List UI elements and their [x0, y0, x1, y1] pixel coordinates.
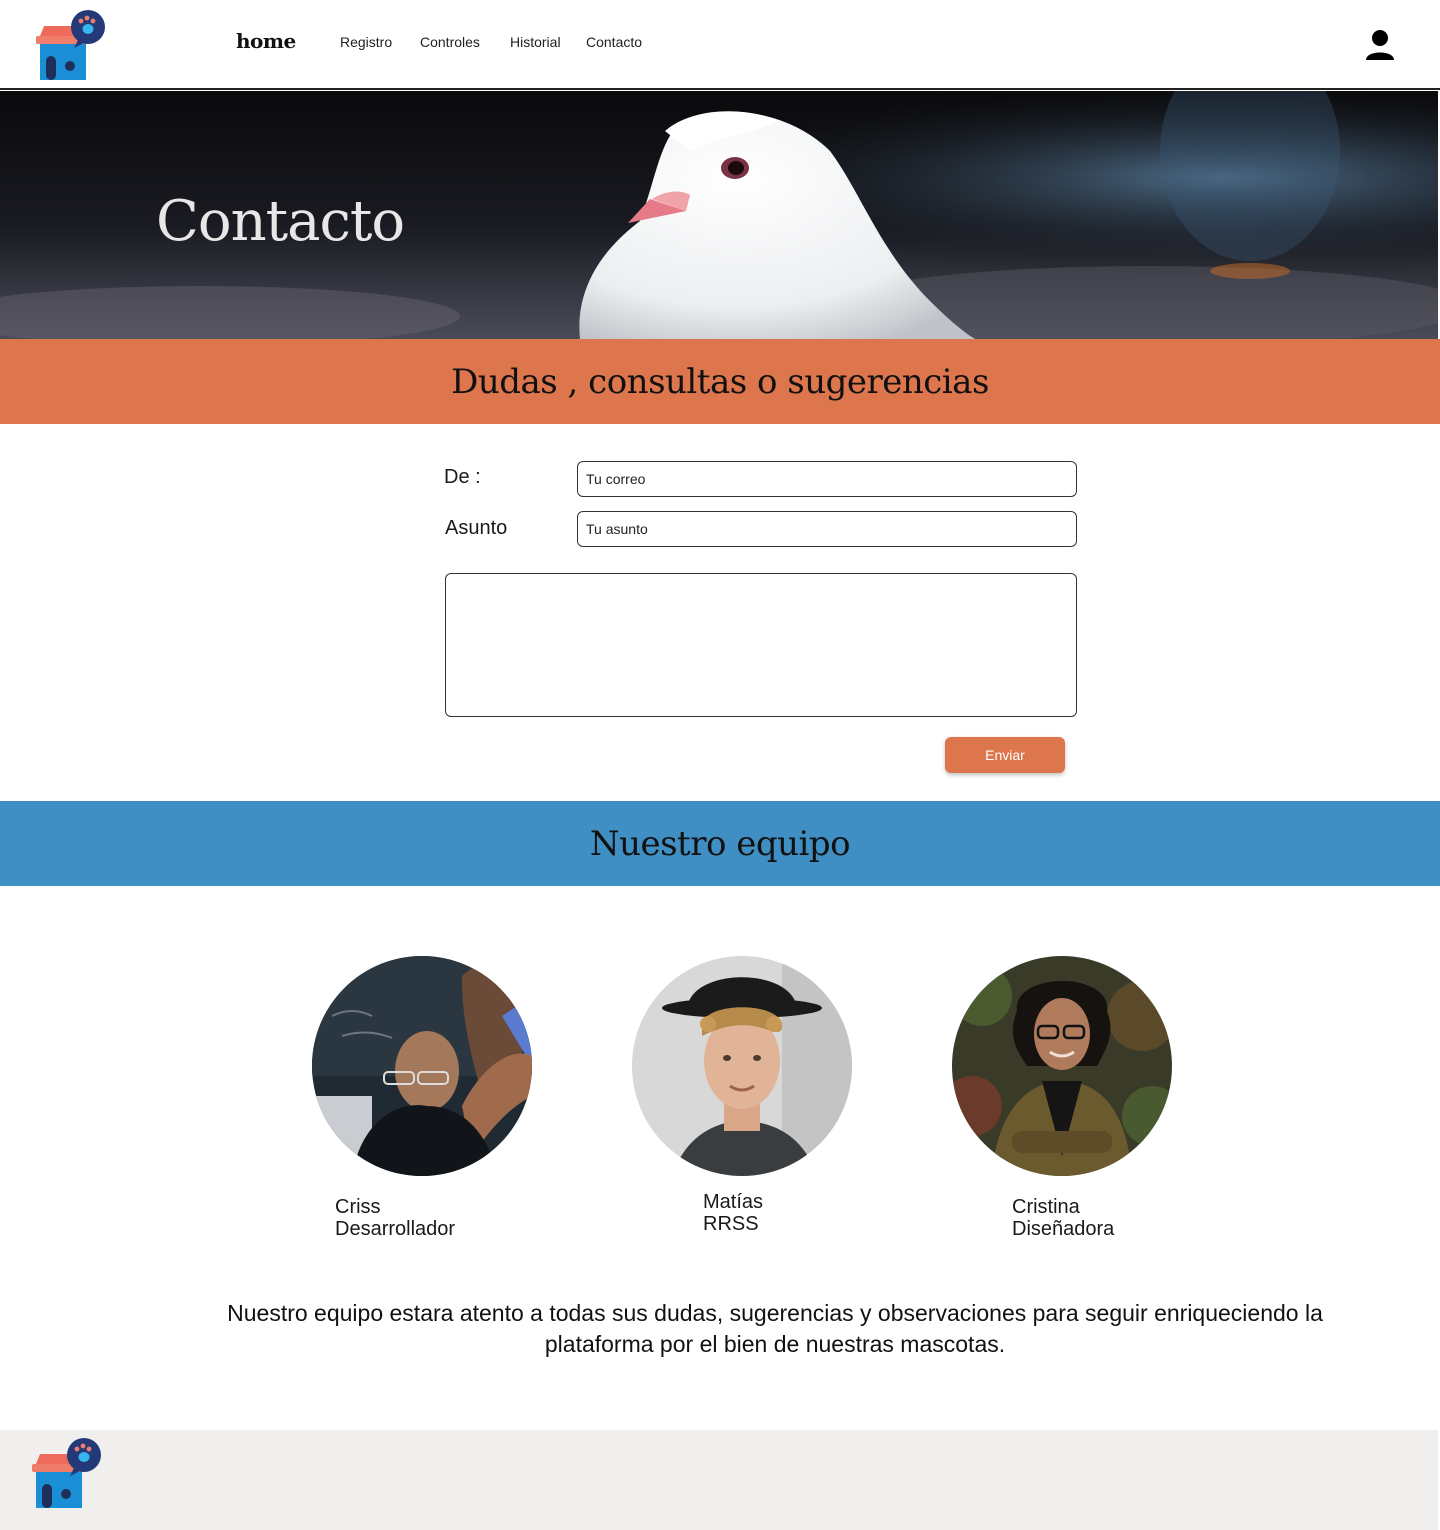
page-title: Contacto [156, 189, 405, 254]
pet-house-logo-icon[interactable] [34, 10, 106, 82]
nav-link-registro[interactable]: Registro [340, 34, 392, 50]
message-textarea[interactable] [445, 573, 1077, 717]
member-name: Criss [335, 1196, 381, 1218]
member-name: Matías [703, 1191, 764, 1213]
user-icon[interactable] [1362, 28, 1398, 62]
avatar [952, 956, 1172, 1176]
member-name: Cristina [1012, 1196, 1080, 1218]
subject-field[interactable] [577, 511, 1077, 547]
nav-link-contacto[interactable]: Contacto [586, 34, 642, 50]
send-button[interactable]: Enviar [945, 737, 1065, 773]
team-section-header: Nuestro equipo [0, 801, 1440, 886]
subject-label: Asunto [445, 517, 508, 539]
site-footer [0, 1430, 1438, 1530]
team-note: Nuestro equipo estara atento a todas sus… [227, 1300, 1323, 1357]
site-header: home Registro Controles Historial Contac… [0, 0, 1440, 90]
avatar [632, 956, 852, 1176]
email-field[interactable] [577, 461, 1077, 497]
team-photo-cristina [952, 956, 1172, 1176]
hero-banner: Contacto [0, 91, 1438, 339]
member-role: Desarrollador [335, 1218, 456, 1240]
team-photo-criss [312, 956, 532, 1176]
member-role: RRSS [703, 1213, 759, 1235]
footer-logo-icon[interactable] [30, 1438, 102, 1510]
team-photo-matias [632, 956, 852, 1176]
team-section-title: Nuestro equipo [589, 823, 851, 864]
member-role: Diseñadora [1012, 1218, 1115, 1240]
nav-home-link[interactable]: home [236, 29, 296, 53]
from-label: De : [444, 466, 481, 488]
nav-link-historial[interactable]: Historial [510, 34, 561, 50]
nav-link-controles[interactable]: Controles [420, 34, 480, 50]
contact-section-title: Dudas , consultas o sugerencias [451, 361, 989, 402]
contact-section-header: Dudas , consultas o sugerencias [0, 339, 1440, 424]
avatar [312, 956, 532, 1176]
